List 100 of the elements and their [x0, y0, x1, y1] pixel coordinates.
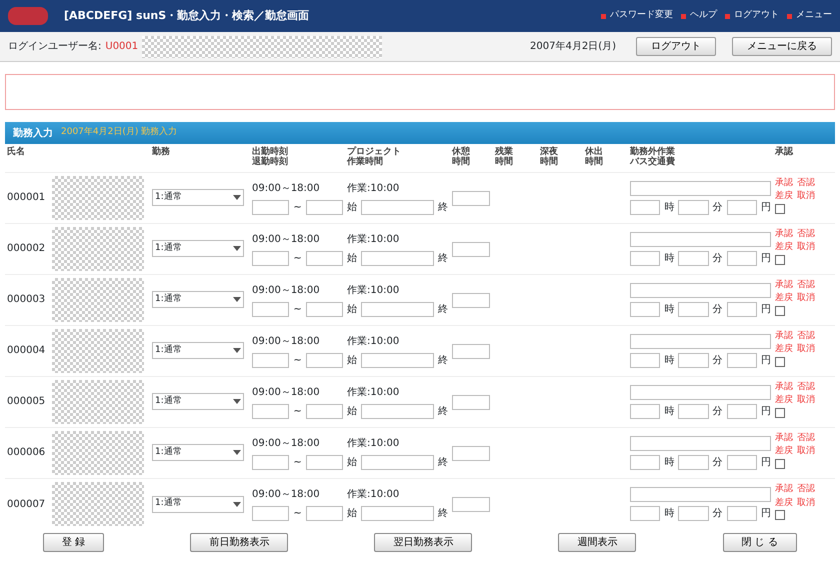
time-input[interactable]	[252, 454, 290, 470]
time-input[interactable]	[361, 352, 434, 368]
shift-select[interactable]: 1:通常	[152, 291, 244, 308]
approval-link[interactable]: 取消	[797, 343, 815, 357]
header-link[interactable]: ヘルプ	[690, 9, 717, 23]
approval-link[interactable]: 取消	[797, 241, 815, 255]
approval-link[interactable]: 差戻	[775, 292, 793, 306]
break-time-input[interactable]	[452, 446, 490, 461]
time-input[interactable]	[306, 200, 344, 215]
approval-link[interactable]: 否認	[797, 483, 815, 497]
time-input[interactable]	[306, 404, 344, 419]
approval-link[interactable]: 承認	[775, 176, 793, 190]
approval-link[interactable]: 取消	[797, 394, 815, 408]
remarks-input[interactable]	[630, 232, 771, 248]
time-input[interactable]	[361, 454, 434, 470]
time-input[interactable]	[252, 404, 290, 419]
checkbox[interactable]	[775, 510, 785, 520]
shift-select[interactable]: 1:通常	[152, 444, 244, 462]
number-input[interactable]	[630, 302, 660, 318]
approval-link[interactable]: 承認	[775, 380, 793, 394]
checkbox[interactable]	[775, 306, 785, 316]
time-input[interactable]	[252, 250, 290, 266]
approval-link[interactable]: 承認	[775, 278, 793, 292]
number-input[interactable]	[678, 404, 709, 420]
approval-link[interactable]: 否認	[797, 228, 815, 242]
approval-link[interactable]: 否認	[797, 380, 815, 394]
footer-button[interactable]: 週間表示	[558, 533, 636, 552]
time-input[interactable]	[361, 250, 434, 266]
break-time-input[interactable]	[452, 190, 490, 206]
number-input[interactable]	[726, 404, 757, 420]
time-input[interactable]	[306, 454, 344, 470]
approval-link[interactable]: 取消	[797, 445, 815, 459]
approval-link[interactable]: 承認	[775, 483, 793, 497]
remarks-input[interactable]	[630, 283, 771, 298]
header-button[interactable]: ログアウト	[636, 37, 716, 56]
number-input[interactable]	[630, 353, 660, 368]
shift-select[interactable]: 1:通常	[152, 342, 244, 360]
checkbox[interactable]	[775, 408, 785, 418]
break-time-input[interactable]	[452, 394, 490, 410]
header-link[interactable]: メニュー	[796, 9, 832, 23]
header-button[interactable]: メニューに戻る	[732, 37, 832, 56]
checkbox[interactable]	[775, 356, 785, 367]
checkbox[interactable]	[775, 204, 785, 214]
approval-link[interactable]: 否認	[797, 432, 815, 446]
number-input[interactable]	[630, 200, 660, 216]
remarks-input[interactable]	[630, 385, 771, 400]
number-input[interactable]	[678, 506, 709, 522]
time-input[interactable]	[306, 506, 344, 522]
number-input[interactable]	[630, 251, 660, 266]
approval-link[interactable]: 否認	[797, 278, 815, 292]
time-input[interactable]	[361, 302, 434, 317]
checkbox[interactable]	[775, 458, 785, 469]
number-input[interactable]	[678, 302, 709, 318]
number-input[interactable]	[726, 455, 757, 470]
approval-link[interactable]: 差戻	[775, 445, 793, 459]
approval-link[interactable]: 承認	[775, 228, 793, 242]
approval-link[interactable]: 承認	[775, 330, 793, 344]
number-input[interactable]	[678, 251, 709, 266]
break-time-input[interactable]	[452, 496, 490, 512]
break-time-input[interactable]	[452, 242, 490, 257]
number-input[interactable]	[678, 455, 709, 470]
number-input[interactable]	[726, 506, 757, 522]
approval-link[interactable]: 取消	[797, 292, 815, 306]
approval-link[interactable]: 差戻	[775, 241, 793, 255]
remarks-input[interactable]	[630, 487, 771, 502]
time-input[interactable]	[252, 506, 290, 522]
approval-link[interactable]: 差戻	[775, 190, 793, 204]
time-input[interactable]	[361, 506, 434, 522]
number-input[interactable]	[726, 353, 757, 368]
time-input[interactable]	[361, 200, 434, 215]
number-input[interactable]	[630, 506, 660, 522]
approval-link[interactable]: 差戻	[775, 394, 793, 408]
remarks-input[interactable]	[630, 436, 771, 452]
number-input[interactable]	[726, 251, 757, 266]
approval-link[interactable]: 差戻	[775, 343, 793, 357]
shift-select[interactable]: 1:通常	[152, 496, 244, 513]
remarks-input[interactable]	[630, 181, 771, 196]
footer-button[interactable]: 閉 じ る	[722, 533, 797, 552]
footer-button[interactable]: 前日勤務表示	[190, 533, 288, 552]
approval-link[interactable]: 否認	[797, 330, 815, 344]
number-input[interactable]	[630, 455, 660, 470]
checkbox[interactable]	[775, 254, 785, 265]
approval-link[interactable]: 承認	[775, 432, 793, 446]
time-input[interactable]	[361, 404, 434, 419]
number-input[interactable]	[678, 200, 709, 216]
number-input[interactable]	[726, 200, 757, 216]
break-time-input[interactable]	[452, 344, 490, 359]
time-input[interactable]	[306, 250, 344, 266]
approval-link[interactable]: 取消	[797, 190, 815, 204]
header-link[interactable]: パスワード変更	[610, 9, 673, 23]
footer-button[interactable]: 登 録	[43, 533, 104, 552]
approval-link[interactable]: 否認	[797, 176, 815, 190]
time-input[interactable]	[252, 200, 290, 215]
time-input[interactable]	[306, 352, 344, 368]
remarks-input[interactable]	[630, 334, 771, 350]
time-input[interactable]	[252, 302, 290, 317]
shift-select[interactable]: 1:通常	[152, 393, 244, 410]
number-input[interactable]	[726, 302, 757, 318]
approval-link[interactable]: 取消	[797, 496, 815, 510]
shift-select[interactable]: 1:通常	[152, 189, 244, 206]
